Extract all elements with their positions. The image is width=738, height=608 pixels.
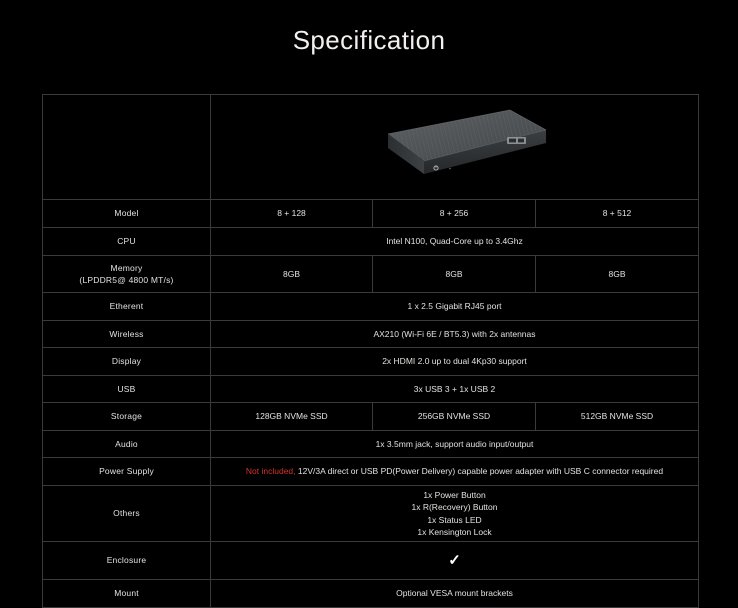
specification-table: Model 8 + 128 8 + 256 8 + 512 CPU Intel …	[42, 94, 699, 608]
table-row: CPU Intel N100, Quad-Core up to 3.4Ghz	[42, 227, 699, 256]
row-label-power-supply: Power Supply	[42, 457, 211, 486]
cell-storage-512: 512GB NVMe SSD	[535, 402, 699, 431]
page-title: Specification	[292, 25, 446, 55]
row-label-ethernet: Etherent	[42, 292, 211, 321]
others-line: 1x Status LED	[427, 514, 482, 525]
cell-power-supply-value: Not included, 12V/3A direct or USB PD(Po…	[210, 457, 699, 486]
row-label-model: Model	[42, 199, 211, 228]
table-row: Display 2x HDMI 2.0 up to dual 4Kp30 sup…	[42, 347, 699, 376]
cell-display-value: 2x HDMI 2.0 up to dual 4Kp30 support	[210, 347, 699, 376]
product-image	[211, 95, 698, 199]
cell-storage-128: 128GB NVMe SSD	[210, 402, 373, 431]
others-line: 1x R(Recovery) Button	[411, 502, 498, 513]
row-label-cpu: CPU	[42, 227, 211, 256]
cell-usb-value: 3x USB 3 + 1x USB 2	[210, 375, 699, 403]
others-line: 1x Power Button	[423, 489, 486, 500]
table-row: Memory (LPDDR5@ 4800 MT/s) 8GB 8GB 8GB	[42, 255, 699, 293]
table-row: Power Supply Not included, 12V/3A direct…	[42, 457, 699, 486]
cell-audio-value: 1x 3.5mm jack, support audio input/outpu…	[210, 430, 699, 458]
table-row: Storage 128GB NVMe SSD 256GB NVMe SSD 51…	[42, 402, 699, 431]
row-label-storage: Storage	[42, 402, 211, 431]
mini-pc-device-icon	[387, 109, 546, 174]
product-image-cell	[210, 94, 699, 200]
row-label-mount: Mount	[42, 579, 211, 608]
cell-memory-256: 8GB	[372, 255, 536, 293]
table-header-row	[42, 94, 699, 200]
header-blank-cell	[42, 94, 211, 200]
table-row: Model 8 + 128 8 + 256 8 + 512	[42, 199, 699, 228]
row-label-enclosure: Enclosure	[42, 541, 211, 580]
cell-model-128: 8 + 128	[210, 199, 373, 228]
check-mark-icon: ✓	[448, 551, 461, 569]
power-supply-detail: 12V/3A direct or USB PD(Power Delivery) …	[297, 466, 664, 477]
cell-others-value: 1x Power Button 1x R(Recovery) Button 1x…	[210, 485, 699, 542]
cell-ethernet-value: 1 x 2.5 Gigabit RJ45 port	[210, 292, 699, 321]
table-row: Mount Optional VESA mount brackets	[42, 579, 699, 608]
table-row: Others 1x Power Button 1x R(Recovery) Bu…	[42, 485, 699, 542]
cell-storage-256: 256GB NVMe SSD	[372, 402, 536, 431]
others-line: 1x Kensington Lock	[417, 526, 492, 537]
cell-model-512: 8 + 512	[535, 199, 699, 228]
cell-memory-512: 8GB	[535, 255, 699, 293]
row-label-usb: USB	[42, 375, 211, 403]
device-badge-icon	[506, 137, 526, 144]
cell-mount-value: Optional VESA mount brackets	[210, 579, 699, 608]
cell-enclosure-value: ✓	[210, 541, 699, 580]
cell-wireless-value: AX210 (Wi-Fi 6E / BT5.3) with 2x antenna…	[210, 320, 699, 348]
table-row: Enclosure ✓	[42, 541, 699, 580]
cell-memory-128: 8GB	[210, 255, 373, 293]
row-label-memory-sub: (LPDDR5@ 4800 MT/s)	[79, 275, 174, 285]
row-label-display: Display	[42, 347, 211, 376]
table-row: Wireless AX210 (Wi-Fi 6E / BT5.3) with 2…	[42, 320, 699, 348]
cell-cpu-value: Intel N100, Quad-Core up to 3.4Ghz	[210, 227, 699, 256]
cell-model-256: 8 + 256	[372, 199, 536, 228]
row-label-memory: Memory (LPDDR5@ 4800 MT/s)	[42, 255, 211, 293]
table-row: Etherent 1 x 2.5 Gigabit RJ45 port	[42, 292, 699, 321]
row-label-others: Others	[42, 485, 211, 542]
row-label-memory-main: Memory	[110, 262, 143, 273]
table-row: Audio 1x 3.5mm jack, support audio input…	[42, 430, 699, 458]
power-supply-not-included-note: Not included,	[245, 466, 296, 477]
row-label-audio: Audio	[42, 430, 211, 458]
specification-table-container: Model 8 + 128 8 + 256 8 + 512 CPU Intel …	[42, 94, 699, 608]
row-label-wireless: Wireless	[42, 320, 211, 348]
table-row: USB 3x USB 3 + 1x USB 2	[42, 375, 699, 403]
